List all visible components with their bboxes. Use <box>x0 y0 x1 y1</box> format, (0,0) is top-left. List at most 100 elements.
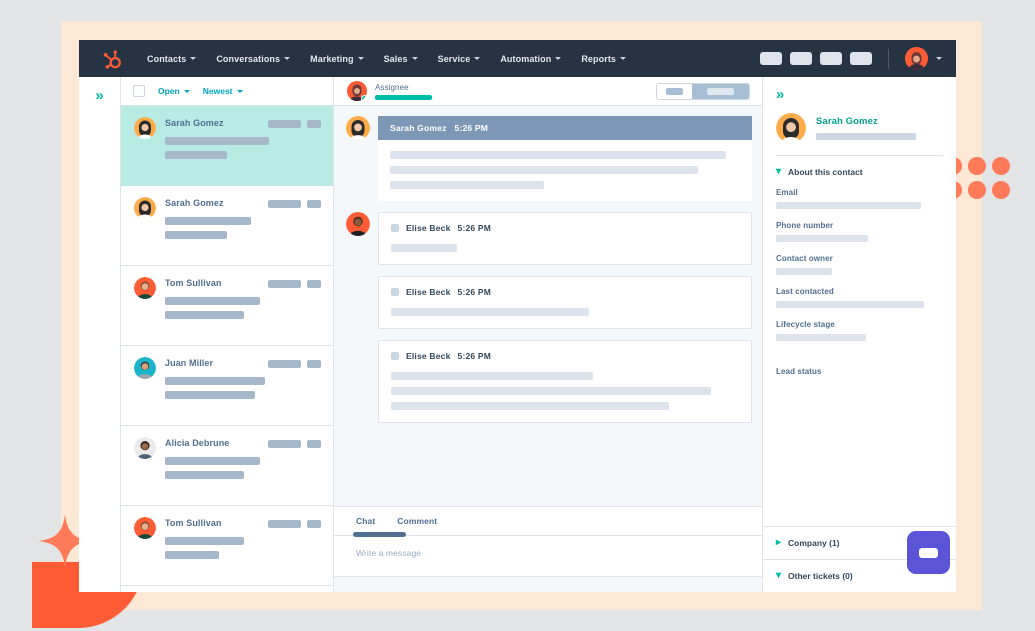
message-text-line <box>391 402 670 410</box>
conversation-item-meta <box>268 280 321 288</box>
property-last-contacted: Last contacted <box>776 287 943 308</box>
chat-bubble-glyph <box>919 547 938 558</box>
conversation-preview-line <box>165 391 255 399</box>
navbar-action-button[interactable] <box>790 52 812 65</box>
contact-subtitle-bar <box>816 133 916 140</box>
conversation-meta-badge <box>307 520 321 528</box>
message-time: 5:26 PM <box>454 123 489 133</box>
checkbox-unchecked-icon[interactable] <box>133 85 145 97</box>
conversation-pane: Assignee Sarah Gomez 5:26 PM Elise Beck … <box>334 77 763 592</box>
nav-item-automation[interactable]: Automation <box>500 54 562 64</box>
conversation-list-item[interactable]: Juan Miller <box>121 346 333 426</box>
left-rail: » <box>79 77 121 592</box>
contact-panel-header: » Sarah Gomez <box>763 77 956 156</box>
conversation-list-toolbar: Open Newest <box>121 77 333 106</box>
active-tab-indicator <box>353 532 406 537</box>
conversation-preview-line <box>165 137 269 145</box>
conversation-item-meta <box>268 200 321 208</box>
avatar[interactable] <box>905 47 928 70</box>
conversation-list-item[interactable]: Sarah Gomez <box>121 106 333 186</box>
nav-item-service[interactable]: Service <box>438 54 481 64</box>
message-time: 5:26 PM <box>457 287 492 297</box>
list-view-toggle[interactable] <box>657 83 692 99</box>
property-label: Phone number <box>776 221 834 230</box>
nav-item-label: Reports <box>581 53 617 64</box>
chat-bubble-widget-icon[interactable] <box>907 531 950 574</box>
property-value-bar[interactable] <box>776 235 868 242</box>
conversation-meta-badge <box>268 200 301 208</box>
conversation-list-item[interactable]: Tom Sullivan <box>121 506 333 586</box>
chevrons-right-icon[interactable]: » <box>95 88 103 592</box>
nav-item-conversations[interactable]: Conversations <box>216 54 291 64</box>
conversation-list: Open Newest Sarah Gomez Sarah Gomez Tom … <box>121 77 334 592</box>
hubspot-sprocket-icon[interactable] <box>101 48 123 70</box>
navbar-divider <box>888 48 889 69</box>
nav-item-sales[interactable]: Sales <box>384 54 418 64</box>
sort-filter-dropdown[interactable]: Newest <box>203 86 243 96</box>
status-filter-label: Open <box>158 86 180 96</box>
property-contact-owner: Contact owner <box>776 254 943 275</box>
property-email: Email <box>776 188 943 209</box>
message-author: Elise Beck <box>406 351 451 361</box>
avatar-elise-beck <box>346 212 370 236</box>
message-text-line <box>391 372 593 380</box>
property-phone-number: Phone number <box>776 221 943 242</box>
conversation-meta-badge <box>307 200 321 208</box>
avatar-assignee[interactable] <box>347 81 367 101</box>
conversation-item-meta <box>268 520 321 528</box>
conversation-preview-line <box>165 297 260 305</box>
property-value-bar[interactable] <box>776 301 924 308</box>
navbar-action-button[interactable] <box>760 52 782 65</box>
conversation-item-meta <box>268 120 321 128</box>
about-section-header[interactable]: ▾ About this contact <box>763 156 956 188</box>
message-header: Elise Beck 5:26 PM <box>379 341 751 361</box>
channel-square-icon <box>391 288 399 296</box>
property-label: Email <box>776 188 798 197</box>
conversation-preview-line <box>165 537 244 545</box>
conversation-preview-line <box>165 311 244 319</box>
chevron-down-icon[interactable] <box>936 57 942 60</box>
nav-item-contacts[interactable]: Contacts <box>147 53 197 64</box>
navbar-action-button[interactable] <box>820 52 842 65</box>
decoration-dot <box>992 181 1010 199</box>
assignee-value-bar <box>375 94 432 100</box>
message-bubble: Elise Beck 5:26 PM <box>378 212 752 265</box>
nav-item-marketing[interactable]: Marketing <box>310 54 364 64</box>
conversation-list-item[interactable]: Tom Sullivan <box>121 266 333 346</box>
conversation-meta-badge <box>307 280 321 288</box>
company-section-title: Company (1) <box>788 538 840 548</box>
property-value-bar[interactable] <box>776 268 832 275</box>
message-header: Elise Beck 5:26 PM <box>379 277 751 297</box>
property-lead-status: Lead status <box>776 367 943 376</box>
online-status-dot <box>361 95 367 101</box>
message-header: Sarah Gomez 5:26 PM <box>378 116 752 140</box>
detail-view-toggle[interactable] <box>692 83 749 99</box>
property-value-bar[interactable] <box>776 202 921 209</box>
message-author: Elise Beck <box>406 223 451 233</box>
view-toggle-group[interactable] <box>656 82 750 100</box>
status-filter-dropdown[interactable]: Open <box>158 86 190 96</box>
navbar-action-button[interactable] <box>850 52 872 65</box>
message-body <box>379 297 751 328</box>
message-item: Elise Beck 5:26 PM <box>346 276 752 329</box>
contact-identity: Sarah Gomez <box>816 116 916 140</box>
message-thread[interactable]: Sarah Gomez 5:26 PM Elise Beck 5:26 PM E… <box>334 106 762 506</box>
about-section-title: About this contact <box>788 167 863 177</box>
property-value-bar[interactable] <box>776 334 866 341</box>
chevron-down-icon <box>555 57 562 60</box>
avatar-sarah-gomez <box>134 117 156 139</box>
property-label: Lead status <box>776 367 822 376</box>
chevron-down-icon <box>411 57 418 60</box>
nav-item-reports[interactable]: Reports <box>581 53 627 64</box>
message-input[interactable]: Write a message <box>334 536 762 576</box>
message-text-line <box>391 244 458 252</box>
nav-item-label: Contacts <box>147 53 187 64</box>
message-bubble: Elise Beck 5:26 PM <box>378 340 752 423</box>
conversation-meta-badge <box>268 360 301 368</box>
message-text-line <box>391 387 712 395</box>
nav-item-label: Sales <box>383 53 408 64</box>
decoration-dot <box>992 157 1010 175</box>
conversation-list-item[interactable]: Alicia Debrune <box>121 426 333 506</box>
chevrons-right-icon[interactable]: » <box>776 86 784 103</box>
conversation-list-item[interactable]: Sarah Gomez <box>121 186 333 266</box>
